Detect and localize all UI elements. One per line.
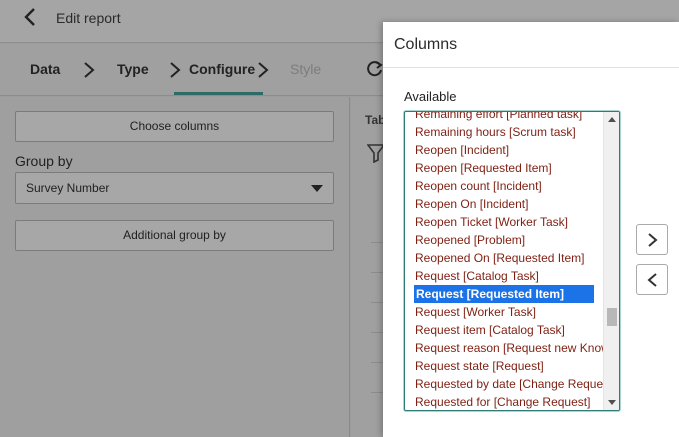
choose-columns-button[interactable]: Choose columns [15,111,334,142]
list-item[interactable]: Request [Worker Task] [405,303,603,321]
list-item[interactable]: Reopen [Requested Item] [405,159,603,177]
remove-column-button[interactable] [636,264,668,295]
group-by-label: Group by [15,153,73,169]
group-by-select[interactable]: Survey Number [15,172,334,204]
step-data[interactable]: Data [30,61,60,77]
refresh-icon[interactable] [366,60,384,78]
available-label: Available [404,89,457,104]
step-configure[interactable]: Configure [189,61,255,77]
list-item[interactable]: Reopened On [Requested Item] [405,249,603,267]
scroll-down-icon[interactable] [608,400,616,405]
list-item[interactable]: Request [Catalog Task] [405,267,603,285]
wizard-steps: Data Type Configure Style [0,44,383,96]
step-style[interactable]: Style [290,61,321,77]
list-item-selected[interactable]: Request [Requested Item] [414,285,594,303]
modal-divider [383,67,679,68]
step-type[interactable]: Type [117,61,149,77]
list-item[interactable]: Reopen Ticket [Worker Task] [405,213,603,231]
caret-down-icon [311,185,323,192]
configure-panel: Choose columns Group by Survey Number Ad… [0,97,350,437]
list-item[interactable]: Remaining hours [Scrum task] [405,123,603,141]
chevron-left-icon [647,273,657,287]
list-item[interactable]: Requested by date [Change Request] [405,375,603,393]
chevron-right-icon [256,60,270,80]
list-scrollbar[interactable] [603,112,619,410]
chevron-right-icon [82,60,96,80]
list-item[interactable]: Request item [Catalog Task] [405,321,603,339]
add-column-button[interactable] [636,224,668,255]
modal-title: Columns [394,36,458,53]
columns-modal: Columns Available Remaining effort [Plan… [383,22,679,437]
scroll-thumb[interactable] [607,308,617,326]
additional-group-by-button[interactable]: Additional group by [15,220,334,251]
page-title: Edit report [56,10,121,26]
group-by-value: Survey Number [26,181,110,195]
list-item[interactable]: Requested for [Change Request] [405,393,603,410]
available-items: Remaining effort [Planned task] Remaining… [405,112,603,410]
list-item[interactable]: Reopen [Incident] [405,141,603,159]
list-item[interactable]: Reopen count [Incident] [405,177,603,195]
list-item[interactable]: Reopened [Problem] [405,231,603,249]
available-columns-list[interactable]: Remaining effort [Planned task] Remaining… [404,111,620,411]
list-item[interactable]: Remaining effort [Planned task] [405,112,603,123]
chevron-right-icon [648,233,658,247]
list-item[interactable]: Request reason [Request new Knowledge Ba… [405,339,603,357]
scroll-up-icon[interactable] [608,117,616,122]
chevron-right-icon [168,60,182,80]
list-item[interactable]: Request state [Request] [405,357,603,375]
back-arrow-icon[interactable] [20,6,42,28]
active-step-indicator [174,92,263,95]
list-item[interactable]: Reopen On [Incident] [405,195,603,213]
